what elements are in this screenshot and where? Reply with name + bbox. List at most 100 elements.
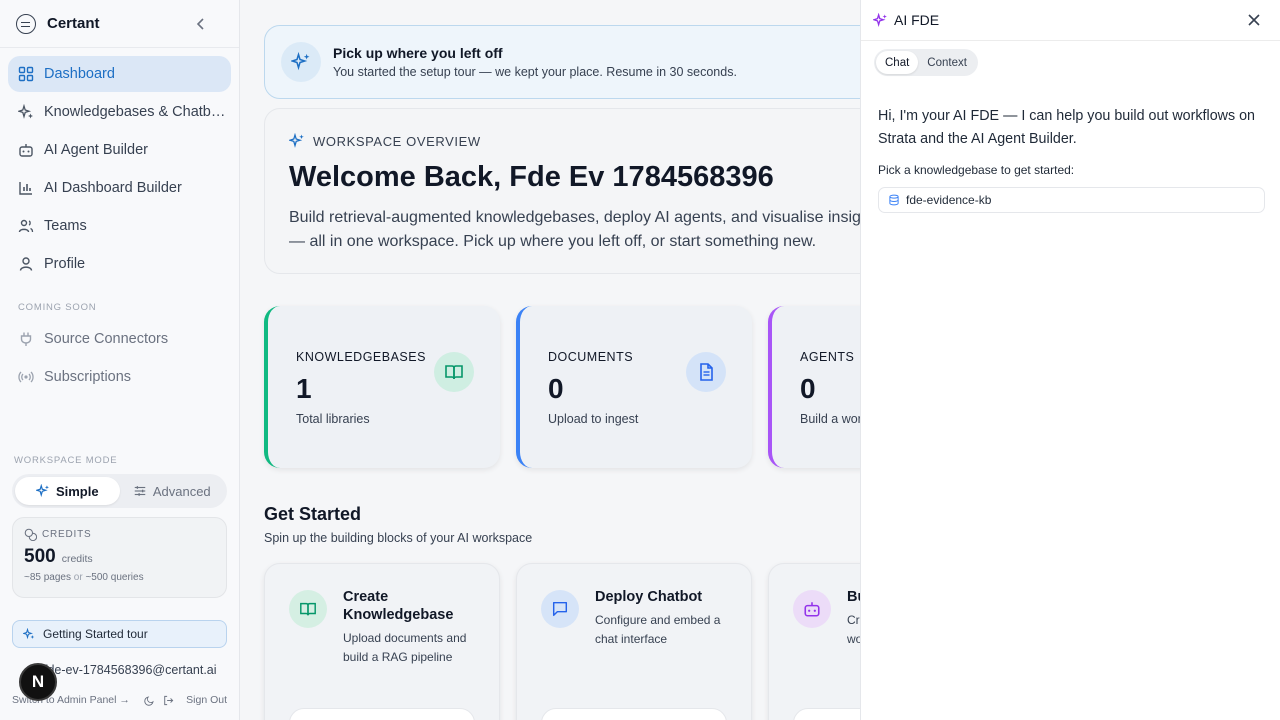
coming-soon-nav: Source Connectors Subscriptions	[0, 321, 239, 395]
assistant-message: Hi, I'm your AI FDE — I can help you bui…	[878, 108, 1255, 147]
card-title: Create Knowledgebase	[343, 589, 454, 623]
get-started-title: Get Started	[264, 504, 362, 524]
credits-label: CREDITS	[42, 529, 92, 540]
mode-advanced-button[interactable]: Advanced	[120, 477, 225, 505]
sparkles-icon	[873, 12, 887, 27]
credits-value: 500	[24, 546, 56, 567]
card-description: Configure and embed a chat interface	[595, 613, 721, 646]
bar-chart-icon	[19, 182, 32, 195]
sidebar-item-label: Dashboard	[44, 66, 115, 82]
stat-icon-wrap	[686, 352, 726, 392]
workspace-mode-toggle: Simple Advanced	[12, 474, 227, 508]
radio-icon	[18, 371, 34, 383]
coins-icon	[24, 528, 37, 541]
book-open-icon	[300, 602, 316, 616]
card-description: Upload documents and build a RAG pipelin…	[343, 631, 467, 664]
overview-description: Build retrieval-augmented knowledgebases…	[289, 209, 860, 250]
sidebar-item-label: Source Connectors	[44, 331, 169, 347]
getting-started-tour-button[interactable]: Getting Started tour	[12, 620, 227, 648]
stat-subtitle: Upload to ingest	[548, 412, 639, 426]
message-square-icon	[552, 601, 568, 617]
stat-icon-wrap	[434, 352, 474, 392]
stat-card-knowledgebases[interactable]: KNOWLEDGEBASES 1 Total libraries	[264, 306, 500, 468]
moon-icon	[144, 695, 154, 706]
card-title: Deploy Chatbot	[595, 589, 703, 605]
avatar[interactable]: N	[19, 663, 57, 701]
new-agent-button[interactable]	[793, 708, 860, 720]
create-chatbot-button[interactable]	[541, 708, 727, 720]
new-knowledgebase-button[interactable]	[289, 708, 475, 720]
credits-value-row: 500 credits	[24, 546, 215, 568]
brand-header: Certant	[0, 0, 239, 48]
sidebar-item-dashboard[interactable]: Dashboard	[8, 56, 231, 92]
sparkles-icon	[289, 133, 304, 148]
card-title: Build Agent	[847, 589, 860, 605]
database-icon	[889, 194, 899, 206]
card-icon-wrap	[289, 590, 327, 628]
sign-out-label: Sign Out	[186, 694, 227, 706]
overview-kicker: WORKSPACE OVERVIEW	[289, 133, 860, 149]
stat-subtitle: Total libraries	[296, 412, 370, 426]
card-build-agent[interactable]: Build Agent Create AI agent workflows	[768, 563, 860, 720]
layout-grid-icon	[18, 66, 34, 82]
sidebar-item-ai-dashboard-builder[interactable]: AI Dashboard Builder	[8, 170, 231, 206]
sidebar-item-knowledgebases[interactable]: Knowledgebases & Chatb…	[8, 94, 231, 130]
sidebar-nav: Dashboard Knowledgebases & Chatb… AI Age…	[0, 48, 239, 282]
user-icon	[19, 257, 33, 271]
main-content: Pick up where you left off You started t…	[240, 0, 860, 720]
credits-card: CREDITS 500 credits ~85 pages or ~500 qu…	[12, 517, 227, 598]
plug-icon	[20, 332, 32, 346]
resume-icon-wrap	[281, 42, 321, 82]
sidebar-item-label: AI Dashboard Builder	[44, 180, 182, 196]
credits-unit: credits	[61, 553, 93, 565]
stat-value: 0	[800, 373, 816, 404]
bot-icon	[19, 144, 33, 157]
credits-or: or	[73, 572, 83, 583]
stat-subtitle: Build a workflow	[800, 412, 860, 426]
mode-simple-button[interactable]: Simple	[15, 477, 120, 505]
mode-advanced-label: Advanced	[152, 483, 211, 499]
panel-tabs: Chat Context	[874, 49, 978, 76]
chevron-left-icon	[196, 17, 204, 30]
card-description: Create AI agent workflows	[847, 613, 860, 646]
card-icon-wrap	[541, 590, 579, 628]
theme-toggle-button[interactable]	[144, 695, 155, 706]
bot-icon	[804, 602, 820, 617]
ai-fde-panel: AI FDE Chat Context Hi, I'm your AI FDE …	[860, 0, 1280, 720]
sparkles-icon	[35, 484, 49, 498]
resume-tour-banner[interactable]: Pick up where you left off You started t…	[264, 25, 860, 99]
kb-option-label: fde-evidence-kb	[906, 193, 992, 207]
brand-name: Certant	[47, 15, 100, 32]
sparkles-icon	[23, 628, 35, 640]
book-open-icon	[445, 365, 463, 380]
sidebar-item-source-connectors[interactable]: Source Connectors	[8, 321, 231, 357]
kb-option-button[interactable]: fde-evidence-kb	[878, 187, 1265, 213]
tab-context[interactable]: Context	[918, 51, 976, 74]
card-icon-wrap	[793, 590, 831, 628]
brand-logo	[16, 13, 36, 34]
sidebar-item-teams[interactable]: Teams	[8, 208, 231, 244]
stat-card-agents[interactable]: AGENTS 0 Build a workflow	[768, 306, 860, 468]
close-panel-button[interactable]	[1244, 10, 1264, 30]
sliders-icon	[134, 486, 146, 496]
kb-prompt: Pick a knowledgebase to get started:	[878, 163, 1075, 177]
collapse-sidebar-button[interactable]	[191, 14, 211, 34]
user-email: fde-ev-1784568396@certant.ai	[44, 663, 217, 677]
sign-out-button[interactable]: Sign Out	[163, 694, 227, 706]
card-create-knowledgebase[interactable]: Create Knowledgebase Upload documents an…	[264, 563, 500, 720]
resume-subtitle: You started the setup tour — we kept you…	[333, 65, 737, 79]
card-deploy-chatbot[interactable]: Deploy Chatbot Configure and embed a cha…	[516, 563, 752, 720]
page-title: Welcome Back, Fde Ev 1784568396	[289, 161, 774, 193]
tab-chat[interactable]: Chat	[876, 51, 919, 74]
credits-estimate: ~85 pages or ~500 queries	[24, 572, 215, 583]
sidebar-item-ai-agent-builder[interactable]: AI Agent Builder	[8, 132, 231, 168]
sidebar-item-profile[interactable]: Profile	[8, 246, 231, 282]
sidebar-item-subscriptions[interactable]: Subscriptions	[8, 359, 231, 395]
stat-card-documents[interactable]: DOCUMENTS 0 Upload to ingest	[516, 306, 752, 468]
credits-queries: ~500 queries	[85, 572, 144, 583]
mode-simple-label: Simple	[55, 483, 99, 499]
sparkles-icon	[18, 104, 33, 119]
workspace-mode-label: WORKSPACE MODE	[14, 455, 118, 466]
coming-soon-label: COMING SOON	[18, 302, 97, 313]
sidebar-item-label: Profile	[44, 256, 86, 272]
